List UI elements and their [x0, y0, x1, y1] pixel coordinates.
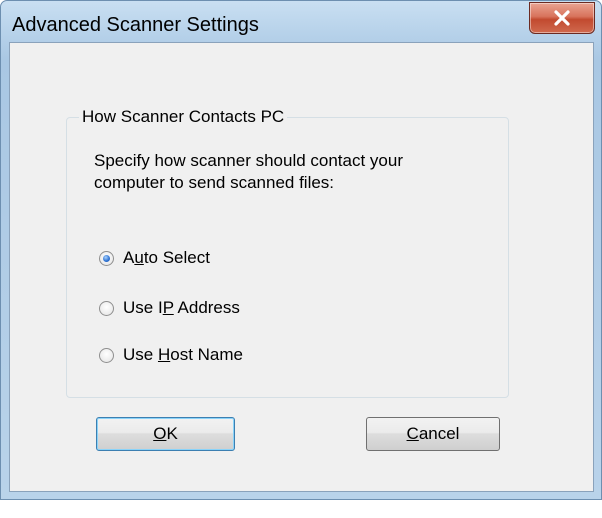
radio-auto-select[interactable]: Auto Select [99, 246, 210, 270]
radio-use-ip-address-control[interactable] [99, 300, 114, 316]
close-button[interactable] [529, 2, 595, 34]
cancel-button[interactable]: Cancel [366, 417, 500, 451]
ok-button[interactable]: OK [96, 417, 235, 451]
dialog-client-area: How Scanner Contacts PC Specify how scan… [9, 42, 594, 492]
window-title: Advanced Scanner Settings [12, 14, 259, 36]
how-scanner-contacts-pc-group: How Scanner Contacts PC Specify how scan… [66, 107, 509, 398]
description-line-2: computer to send scanned files: [94, 173, 335, 192]
group-description: Specify how scanner should contact your … [94, 150, 494, 194]
close-icon [554, 10, 570, 26]
radio-use-host-name[interactable]: Use Host Name [99, 343, 243, 367]
radio-auto-select-control[interactable] [99, 250, 114, 266]
radio-use-ip-address-label: Use IP Address [123, 298, 240, 317]
description-line-1: Specify how scanner should contact your [94, 151, 404, 170]
group-legend: How Scanner Contacts PC [79, 107, 288, 127]
radio-use-host-name-control[interactable] [99, 347, 114, 363]
radio-auto-select-label: Auto Select [123, 248, 210, 267]
radio-use-host-name-label: Use Host Name [123, 345, 243, 364]
radio-use-ip-address[interactable]: Use IP Address [99, 296, 240, 320]
dialog-window: Advanced Scanner Settings How Scanner Co… [0, 0, 602, 500]
